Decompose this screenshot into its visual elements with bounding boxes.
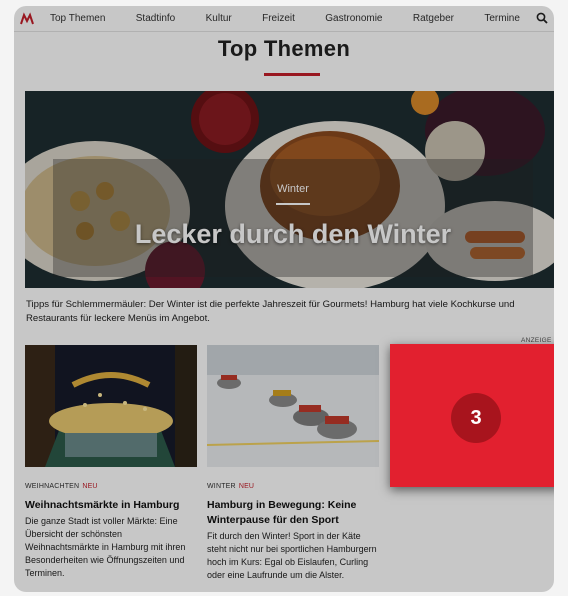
page-frame: Top Themen Stadtinfo Kultur Freizeit Gas… [14,6,554,592]
nav-items: Top Themen Stadtinfo Kultur Freizeit Gas… [50,13,536,24]
nav-item-termine[interactable]: Termine [484,13,520,24]
card-meta: WINTER NEU [207,483,379,490]
article-card-weihnachtsmaerkte[interactable]: WEIHNACHTEN NEU Weihnachtsmärkte in Hambu… [25,345,197,580]
card-teaser-text: Fit durch den Winter! Sport in der Käte … [207,531,377,580]
card-title[interactable]: Hamburg in Bewegung: Keine Winterpause f… [207,498,379,528]
title-underline [264,73,320,76]
card-meta: WEIHNACHTEN NEU [25,483,197,490]
hero-overlay [53,159,533,277]
card-category: WINTER [207,483,236,490]
nav-item-top-themen[interactable]: Top Themen [50,13,105,24]
card-title[interactable]: Weihnachtsmärkte in Hamburg [25,498,197,513]
hero-category-underline [276,203,310,205]
nav-item-ratgeber[interactable]: Ratgeber [413,13,454,24]
article-card-sport[interactable]: WINTER NEU Hamburg in Bewegung: Keine Win… [207,345,379,582]
new-badge: NEU [82,483,98,490]
main-navigation: Top Themen Stadtinfo Kultur Freizeit Gas… [14,6,554,32]
section-title: Top Themen [217,36,351,61]
nav-item-stadtinfo[interactable]: Stadtinfo [136,13,175,24]
nav-item-gastronomie[interactable]: Gastronomie [325,13,382,24]
brand-logo-icon[interactable] [20,11,34,26]
search-icon[interactable] [536,12,550,26]
ad-marker-badge: 3 [451,393,501,443]
card-teaser-text: Die ganze Stadt ist voller Märkte: Eine … [25,516,186,578]
hero-headline[interactable]: Lecker durch den Winter [25,219,554,250]
card-image-curling[interactable] [207,345,379,467]
nav-item-freizeit[interactable]: Freizeit [262,13,295,24]
hero-teaser[interactable]: Winter Lecker durch den Winter [25,91,554,288]
hero-category: Winter [277,183,309,195]
hero-caption: Tipps für Schlemmermäuler: Der Winter is… [26,299,515,324]
card-image-christmas-market[interactable] [25,345,197,467]
ad-label: ANZEIGE [521,337,552,344]
new-badge: NEU [238,483,255,490]
nav-item-kultur[interactable]: Kultur [206,13,232,24]
card-category: WEIHNACHTEN [25,483,80,490]
